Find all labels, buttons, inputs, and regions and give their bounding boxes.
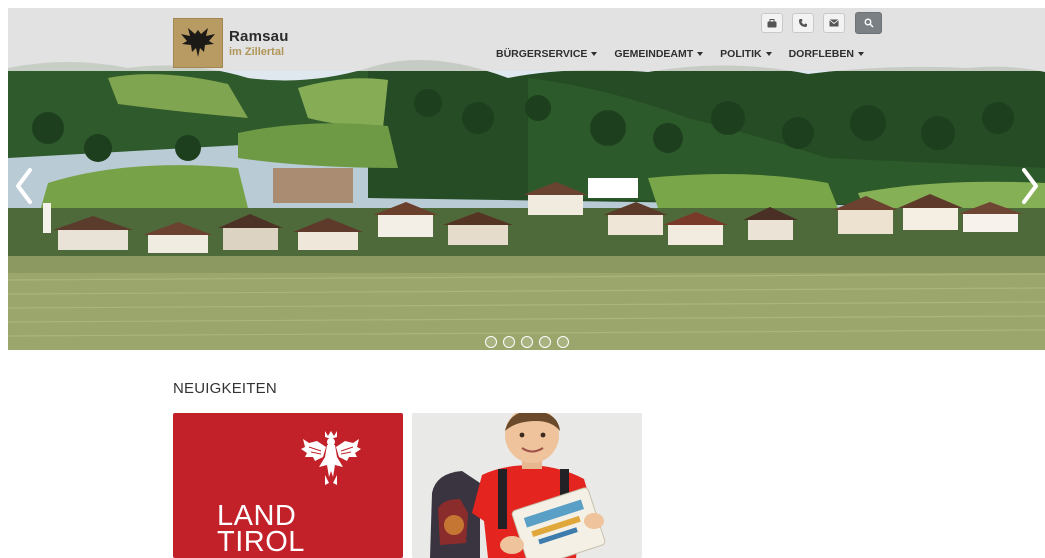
phone-icon xyxy=(799,19,807,27)
search-button[interactable] xyxy=(855,12,882,34)
nav-item-gemeindeamt[interactable]: GEMEINDEAMT xyxy=(614,48,704,60)
phone-button[interactable] xyxy=(792,13,814,33)
search-icon xyxy=(864,18,873,28)
main-navigation: BÜRGERSERVICE GEMEINDEAMT POLITIK DORFLE… xyxy=(496,48,881,60)
nav-item-politik[interactable]: POLITIK xyxy=(720,48,772,60)
carousel-indicators xyxy=(485,336,569,348)
carousel-prev-arrow-icon[interactable] xyxy=(14,166,34,206)
nav-item-label: BÜRGERSERVICE xyxy=(496,48,588,60)
chevron-down-icon xyxy=(765,52,772,56)
carousel-dot[interactable] xyxy=(503,336,515,348)
carousel-dot[interactable] xyxy=(521,336,533,348)
mail-icon xyxy=(829,19,839,27)
news-card-land-tirol[interactable]: LAND TIROL xyxy=(173,413,403,558)
news-card-school-child[interactable] xyxy=(412,413,642,558)
nav-item-buergerservice[interactable]: BÜRGERSERVICE xyxy=(496,48,598,60)
land-tirol-logo-text: LAND TIROL xyxy=(217,500,305,558)
briefcase-icon xyxy=(767,18,777,27)
site-name[interactable]: Ramsau xyxy=(229,28,289,45)
chevron-down-icon xyxy=(857,52,864,56)
nav-item-label: DORFLEBEN xyxy=(788,48,854,60)
logo-crest[interactable] xyxy=(173,18,223,68)
carousel-dot[interactable] xyxy=(557,336,569,348)
tirol-eagle-icon xyxy=(301,431,361,485)
site-header: Ramsau im Zillertal BÜRGERSERVICE GEMEIN… xyxy=(8,8,1045,71)
eagle-logo-icon xyxy=(181,28,215,57)
school-child-photo xyxy=(412,413,642,558)
carousel-dot[interactable] xyxy=(539,336,551,348)
news-section-title: NEUIGKEITEN xyxy=(173,380,277,397)
chevron-down-icon xyxy=(697,52,704,56)
chevron-down-icon xyxy=(591,52,598,56)
nav-item-label: POLITIK xyxy=(720,48,762,60)
carousel-dot[interactable] xyxy=(485,336,497,348)
briefcase-button[interactable] xyxy=(761,13,783,33)
site-subtitle: im Zillertal xyxy=(229,46,285,58)
nav-item-dorfleben[interactable]: DORFLEBEN xyxy=(789,48,864,60)
mail-button[interactable] xyxy=(823,13,845,33)
nav-item-label: GEMEINDEAMT xyxy=(614,48,694,60)
carousel-next-arrow-icon[interactable] xyxy=(1020,166,1040,206)
